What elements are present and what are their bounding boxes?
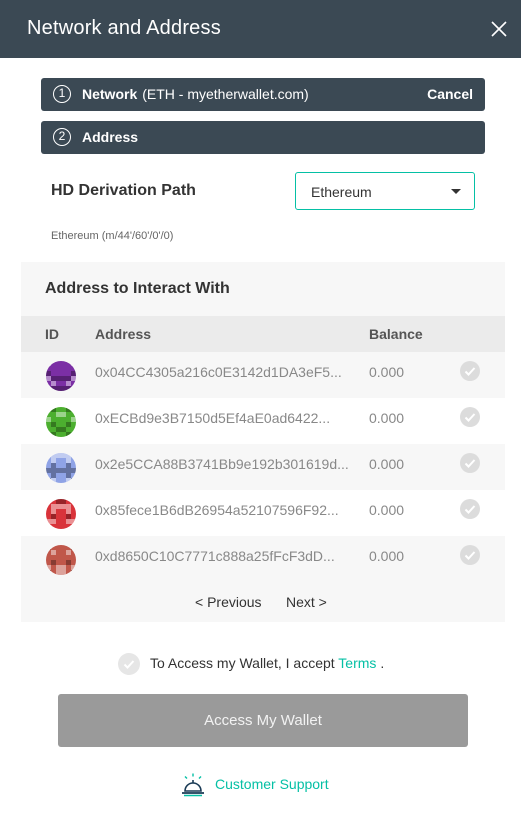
blockie-avatar [46,545,76,575]
hd-derivation-title: HD Derivation Path [51,182,196,199]
step-network-detail: (ETH - myetherwallet.com) [142,86,309,102]
row-address: 0xECBd9e3B7150d5Ef4aE0ad6422... [95,410,331,426]
checkmark-icon[interactable] [460,407,480,427]
hd-path-value: Ethereum (m/44'/60'/0'/0) [51,230,174,242]
modal-header: Network and Address [0,0,521,58]
step-label: Network (ETH - myetherwallet.com) [82,86,309,102]
checkmark-icon[interactable] [460,453,480,473]
row-balance: 0.000 [369,502,405,518]
table-row[interactable]: 0xd8650C10C7771c888a25fFcF3dD... 0.000 [21,536,505,582]
table-row[interactable]: 0x2e5CCA88B3741Bb9e192b301619d... 0.000 [21,444,505,490]
blockie-avatar [46,361,76,391]
step-address: 2 Address [41,121,485,154]
access-wallet-button[interactable]: Access My Wallet [58,694,468,747]
step-number: 2 [53,128,71,146]
blockie-avatar [46,499,76,529]
modal-title: Network and Address [27,17,221,39]
next-page-button[interactable]: Next > [286,594,327,610]
caret-down-icon [451,189,461,194]
row-balance: 0.000 [369,410,405,426]
row-address: 0x85fece1B6dB26954a52107596F92... [95,502,339,518]
accept-label: To Access my Wallet, I accept [150,655,335,671]
close-icon[interactable] [489,19,509,39]
hd-path-selected: Ethereum [311,184,372,200]
checkmark-icon[interactable] [460,499,480,519]
table-row[interactable]: 0xECBd9e3B7150d5Ef4aE0ad6422... 0.000 [21,398,505,444]
table-header: ID Address Balance [21,316,505,352]
step-network: 1 Network (ETH - myetherwallet.com) Cance… [41,78,485,111]
column-address: Address [95,326,152,342]
customer-support-label: Customer Support [215,776,329,792]
hd-path-dropdown[interactable]: Ethereum [295,172,475,210]
service-bell-icon [182,773,204,797]
accept-suffix: . [380,655,385,671]
blockie-avatar [46,453,76,483]
column-id: ID [45,326,59,342]
row-balance: 0.000 [369,548,405,564]
terms-link[interactable]: Terms [338,655,376,671]
panel-title: Address to Interact With [45,280,230,297]
accept-text: To Access my Wallet, I accept Terms . [150,655,384,671]
table-row[interactable]: 0x85fece1B6dB26954a52107596F92... 0.000 [21,490,505,536]
checkmark-icon[interactable] [460,361,480,381]
address-panel: Address to Interact With ID Address Bala… [21,262,505,622]
step-number: 1 [53,85,71,103]
row-balance: 0.000 [369,364,405,380]
row-balance: 0.000 [369,456,405,472]
row-address: 0x2e5CCA88B3741Bb9e192b301619d... [95,456,349,472]
step-title: Network [82,86,138,102]
accept-checkbox[interactable] [118,653,140,675]
previous-page-button[interactable]: < Previous [195,594,262,610]
row-address: 0x04CC4305a216c0E3142d1DA3eF5... [95,364,342,380]
blockie-avatar [46,407,76,437]
step-title: Address [82,129,139,145]
row-address: 0xd8650C10C7771c888a25fFcF3dD... [95,548,335,564]
column-balance: Balance [369,326,423,342]
table-row[interactable]: 0x04CC4305a216c0E3142d1DA3eF5... 0.000 [21,352,505,398]
checkmark-icon[interactable] [460,545,480,565]
cancel-button[interactable]: Cancel [427,86,473,102]
